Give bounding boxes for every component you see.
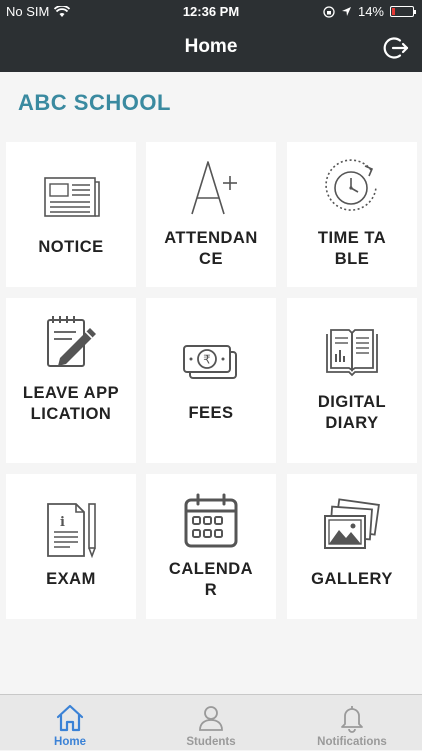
nav-bar: Home — [0, 24, 422, 72]
status-right: 14% — [323, 4, 416, 19]
exam-tile[interactable]: i EXAM — [6, 474, 136, 619]
battery-level — [392, 8, 395, 15]
page-title: Home — [184, 36, 238, 57]
logout-button[interactable] — [382, 34, 410, 62]
digital-diary-tile[interactable]: DIGITAL DIARY — [287, 298, 417, 463]
gallery-icon — [324, 498, 380, 549]
tab-students[interactable]: Students — [141, 695, 281, 751]
a-plus-icon — [191, 161, 237, 215]
gallery-tile[interactable]: GALLERY — [287, 474, 417, 619]
tile-label: FEES — [188, 404, 234, 422]
tab-notifications[interactable]: Notifications — [282, 695, 422, 751]
bell-icon — [341, 706, 363, 733]
tab-home-label: Home — [54, 736, 86, 748]
attendance-tile[interactable]: ATTENDANCE — [146, 142, 276, 287]
svg-text:₹: ₹ — [203, 353, 211, 367]
notepad-pencil-icon — [47, 316, 96, 367]
svg-text:i: i — [60, 515, 65, 530]
person-icon — [199, 706, 223, 731]
tile-label: NOTICE — [38, 238, 104, 256]
tile-label: DIGITAL DIARY — [317, 393, 387, 432]
fees-tile[interactable]: ₹ FEES — [146, 298, 276, 463]
status-bar: No SIM 12:36 PM 14% — [0, 0, 422, 24]
exam-paper-icon: i — [47, 503, 96, 559]
tile-label: ATTENDANCE — [164, 229, 258, 268]
tab-home[interactable]: Home — [0, 695, 140, 751]
tab-bar: Home Students Notifications — [0, 694, 422, 750]
battery-percent: 14% — [357, 4, 384, 19]
location-icon — [341, 7, 351, 16]
tile-label: TIME TABLE — [317, 229, 387, 268]
rupee-banknote-icon: ₹ — [183, 345, 237, 379]
tile-label: EXAM — [46, 570, 96, 588]
clock-icon — [325, 159, 377, 211]
leave-application-tile[interactable]: LEAVE APPLICATION — [6, 298, 136, 463]
calendar-tile[interactable]: CALENDAR — [146, 474, 276, 619]
school-name: ABC SCHOOL — [18, 90, 171, 115]
newspaper-icon — [44, 177, 100, 217]
tile-label: GALLERY — [311, 570, 393, 588]
orientation-lock-icon — [323, 5, 335, 18]
timetable-tile[interactable]: TIME TABLE — [287, 142, 417, 287]
notice-tile[interactable]: NOTICE — [6, 142, 136, 287]
tab-notifications-label: Notifications — [317, 736, 387, 748]
diary-icon — [326, 329, 378, 377]
tile-label: LEAVE APPLICATION — [22, 384, 120, 423]
home-icon — [56, 704, 84, 732]
tile-label: CALENDAR — [168, 560, 254, 599]
battery-icon — [390, 6, 416, 17]
tab-students-label: Students — [186, 736, 236, 748]
calendar-icon — [184, 493, 238, 548]
